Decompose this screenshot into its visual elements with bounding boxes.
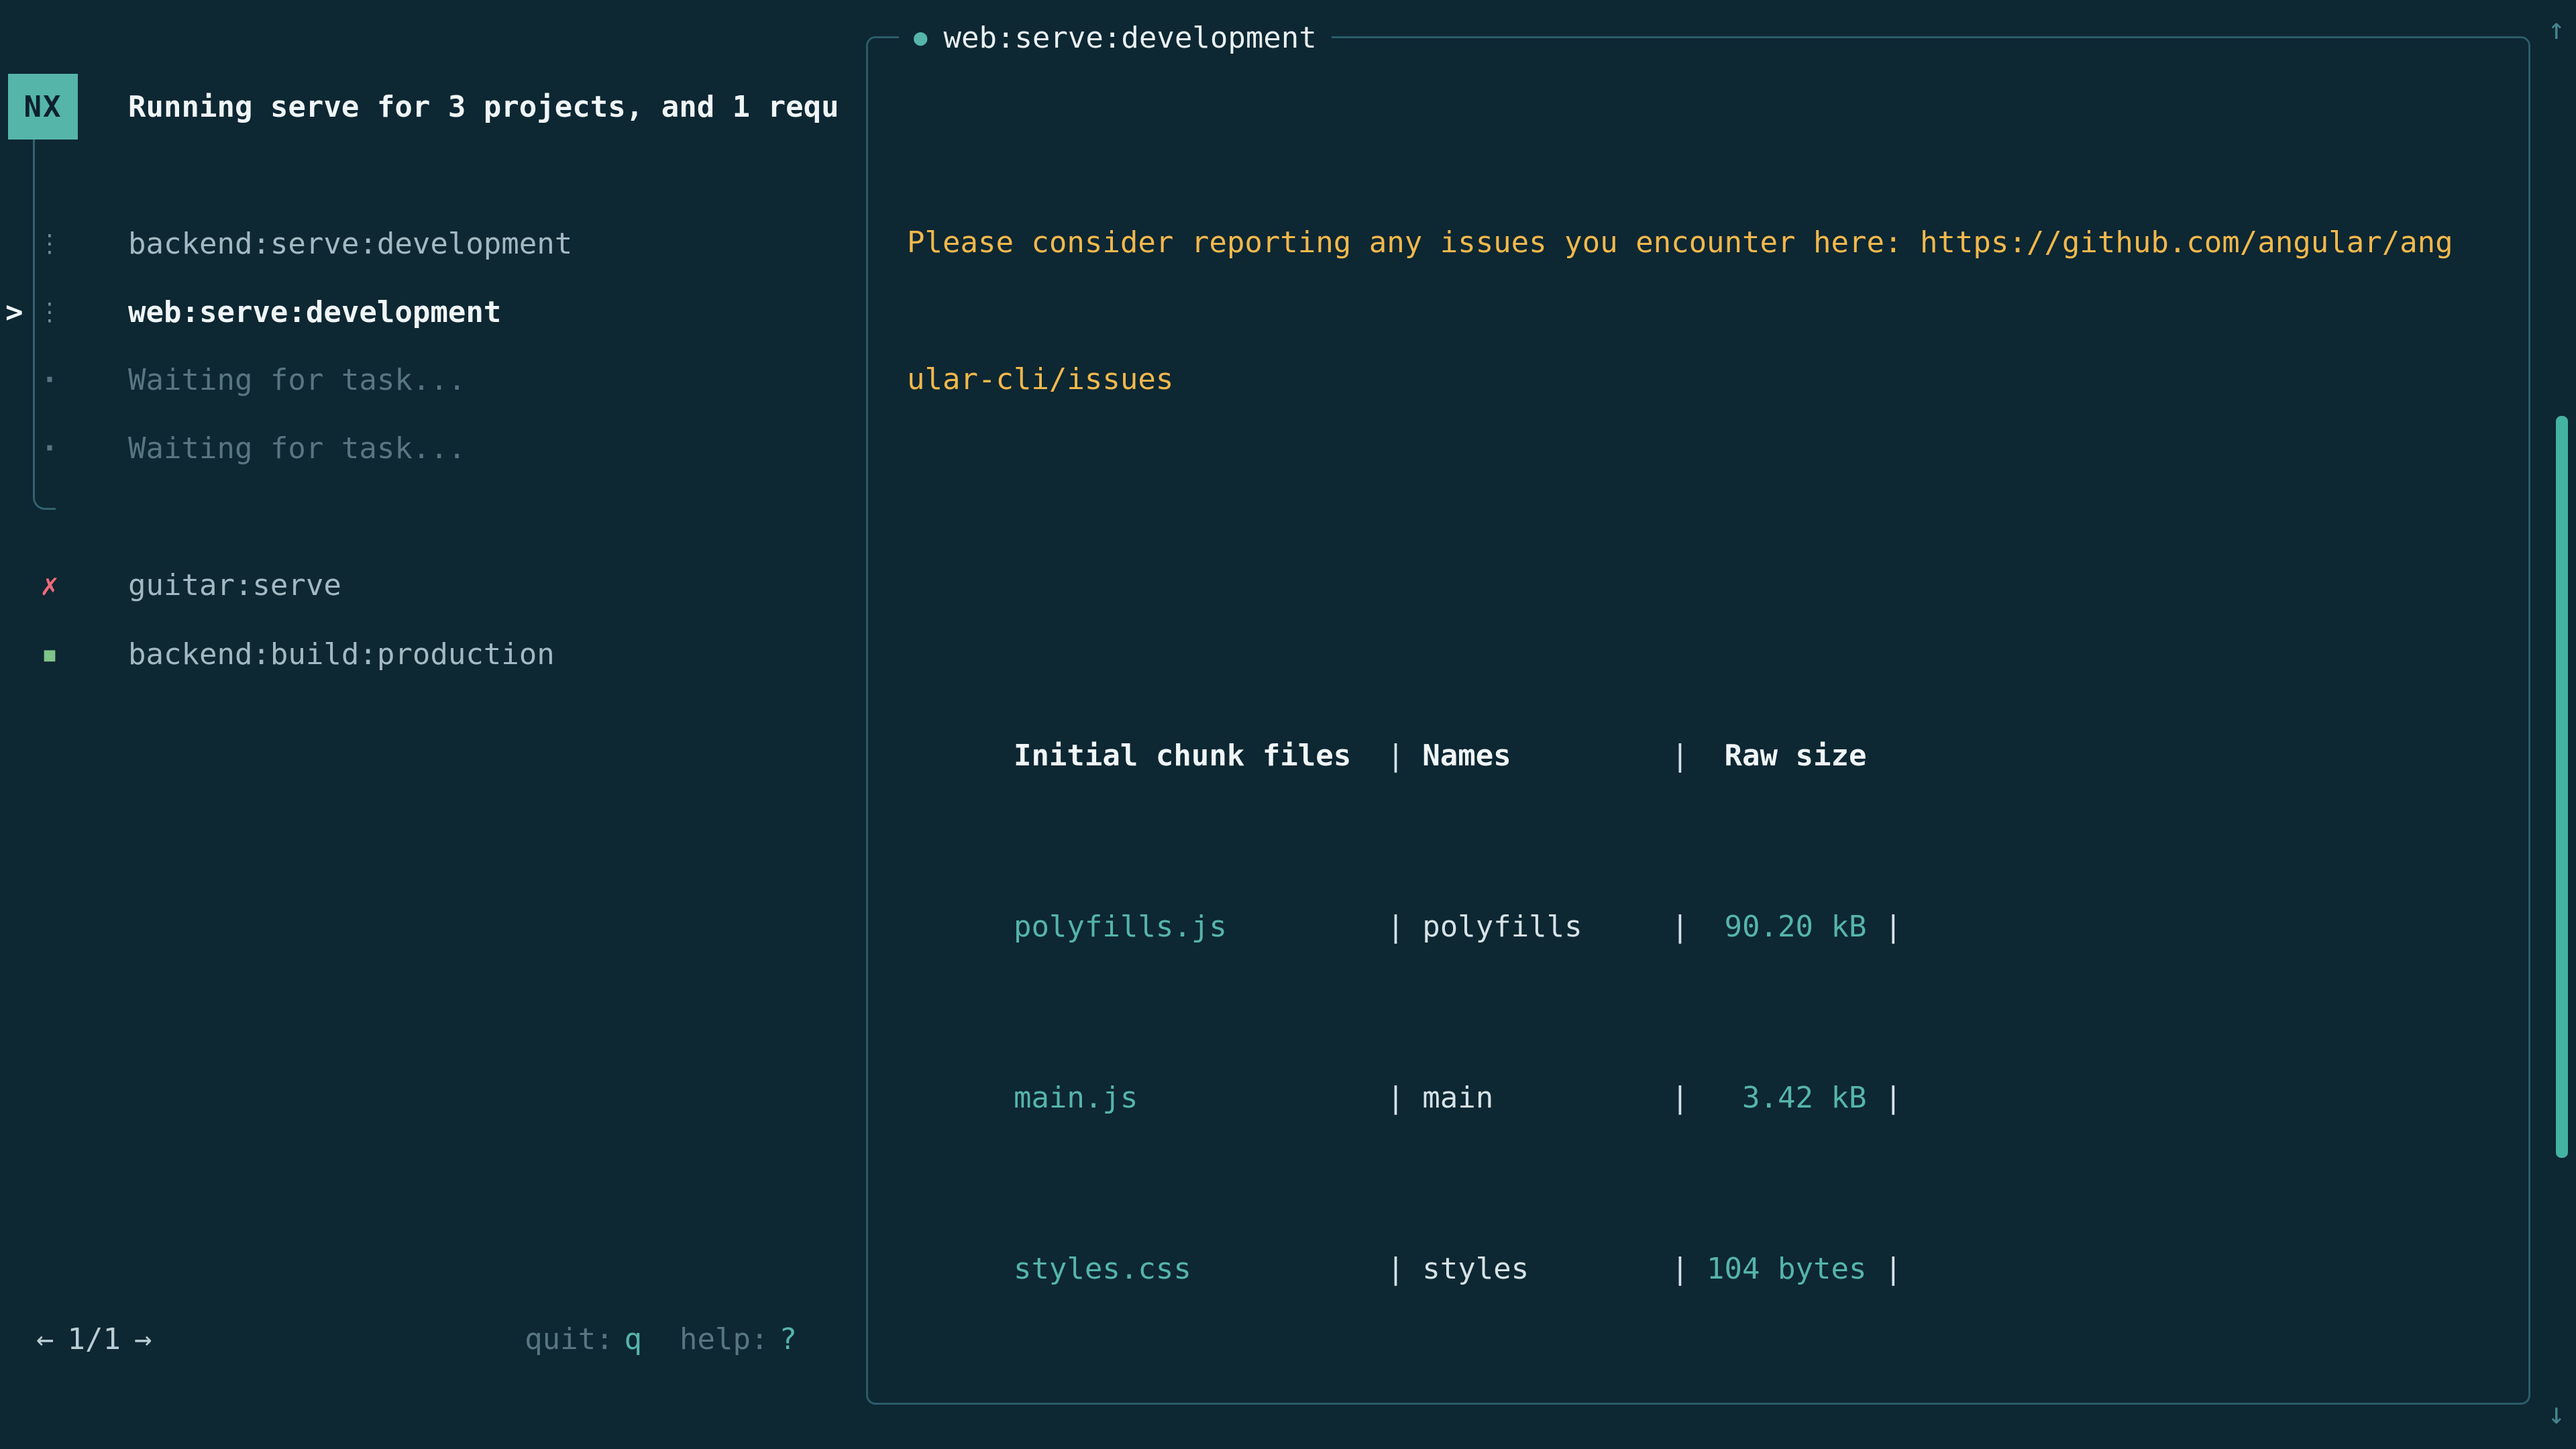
shortcut-hints: quit: q help: ? — [0, 1305, 797, 1373]
spinner-icon: ⋮ — [34, 299, 66, 326]
chunk-file: main.js — [1014, 1064, 1387, 1132]
pipe: | — [1671, 739, 1689, 773]
scrollbar-thumb[interactable] — [2556, 416, 2568, 1158]
notice-line-1: Please consider reporting any issues you… — [907, 209, 2517, 277]
pipe: | — [1387, 910, 1405, 944]
chunk-file: styles.css — [1014, 1235, 1387, 1303]
task-label: guitar:serve — [128, 568, 341, 602]
pipe: | — [1387, 739, 1405, 773]
pipe: | — [1387, 1081, 1405, 1115]
failed-x-icon: ✗ — [34, 568, 66, 602]
pipe: | — [1884, 1252, 1902, 1286]
pipe: | — [1884, 910, 1902, 944]
header-raw-size: Raw size — [1689, 722, 1867, 790]
task-sidebar: NX Running serve for 3 projects, and 1 r… — [0, 0, 866, 1449]
chunk-size: 104 bytes — [1689, 1235, 1867, 1303]
header-names: Names — [1422, 722, 1671, 790]
selected-chevron-icon: > — [5, 295, 23, 329]
waiting-dot-icon: · — [34, 363, 66, 397]
header-files: Initial chunk files — [1014, 722, 1387, 790]
chunk-name: main — [1422, 1064, 1671, 1132]
sidebar-title: Running serve for 3 projects, and 1 requ — [128, 74, 839, 140]
task-label: Waiting for task... — [128, 431, 466, 466]
pipe: | — [1387, 1252, 1405, 1286]
running-dot-icon: ● — [914, 24, 927, 51]
notice-text: ular-cli/issues — [907, 362, 1173, 396]
table-row: polyfills.js|polyfills|90.20 kB| — [907, 824, 2517, 893]
panel-title-text: web:serve:development — [943, 21, 1316, 55]
terminal-output: Please consider reporting any issues you… — [907, 140, 2517, 1449]
success-square-icon: ■ — [34, 643, 66, 665]
task-row-backend-serve[interactable]: ⋮ backend:serve:development — [0, 209, 866, 278]
table-row: styles.css|styles|104 bytes| — [907, 1167, 2517, 1235]
pipe: | — [1671, 910, 1689, 944]
waiting-dot-icon: · — [34, 431, 66, 466]
task-label: backend:serve:development — [128, 227, 572, 261]
help-key: ? — [780, 1322, 798, 1356]
nx-tui-screen: NX Running serve for 3 projects, and 1 r… — [0, 0, 2576, 1449]
nx-logo: NX — [8, 74, 78, 140]
task-row-web-serve[interactable]: > ⋮ web:serve:development — [0, 278, 866, 346]
table-header-row: Initial chunk files|Names|Raw size — [907, 653, 2517, 722]
task-row-waiting-1[interactable]: · Waiting for task... — [0, 345, 866, 414]
help-hint-label: help: — [680, 1322, 768, 1356]
task-row-guitar-serve[interactable]: ✗ guitar:serve — [0, 551, 866, 619]
chunk-name: styles — [1422, 1235, 1671, 1303]
notice-line-2: ular-cli/issues — [907, 345, 2517, 414]
notice-text: Please consider reporting any issues you… — [907, 225, 2453, 260]
task-row-waiting-2[interactable]: · Waiting for task... — [0, 414, 866, 482]
pipe: | — [1671, 1252, 1689, 1286]
spinner-icon: ⋮ — [34, 230, 66, 258]
chunk-size: 90.20 kB — [1689, 893, 1867, 961]
chunk-file: polyfills.js — [1014, 893, 1387, 961]
table-row: main.js|main|3.42 kB| — [907, 996, 2517, 1064]
chunk-name: polyfills — [1422, 893, 1671, 961]
task-label: web:serve:development — [128, 295, 501, 329]
blank-line — [907, 1338, 2517, 1406]
pipe: | — [1671, 1081, 1689, 1115]
quit-hint-label: quit: — [525, 1322, 613, 1356]
blank-line — [907, 482, 2517, 551]
quit-key: q — [625, 1322, 643, 1356]
pipe: | — [1884, 1081, 1902, 1115]
chunk-size: 3.42 kB — [1689, 1064, 1867, 1132]
task-label: Waiting for task... — [128, 363, 466, 397]
terminal-panel-title: ● web:serve:development — [899, 8, 1332, 67]
task-label: backend:build:production — [128, 637, 555, 672]
task-row-backend-build[interactable]: ■ backend:build:production — [0, 620, 866, 688]
scroll-down-icon[interactable]: ↓ — [2548, 1397, 2566, 1431]
scroll-up-icon[interactable]: ↑ — [2548, 12, 2566, 46]
